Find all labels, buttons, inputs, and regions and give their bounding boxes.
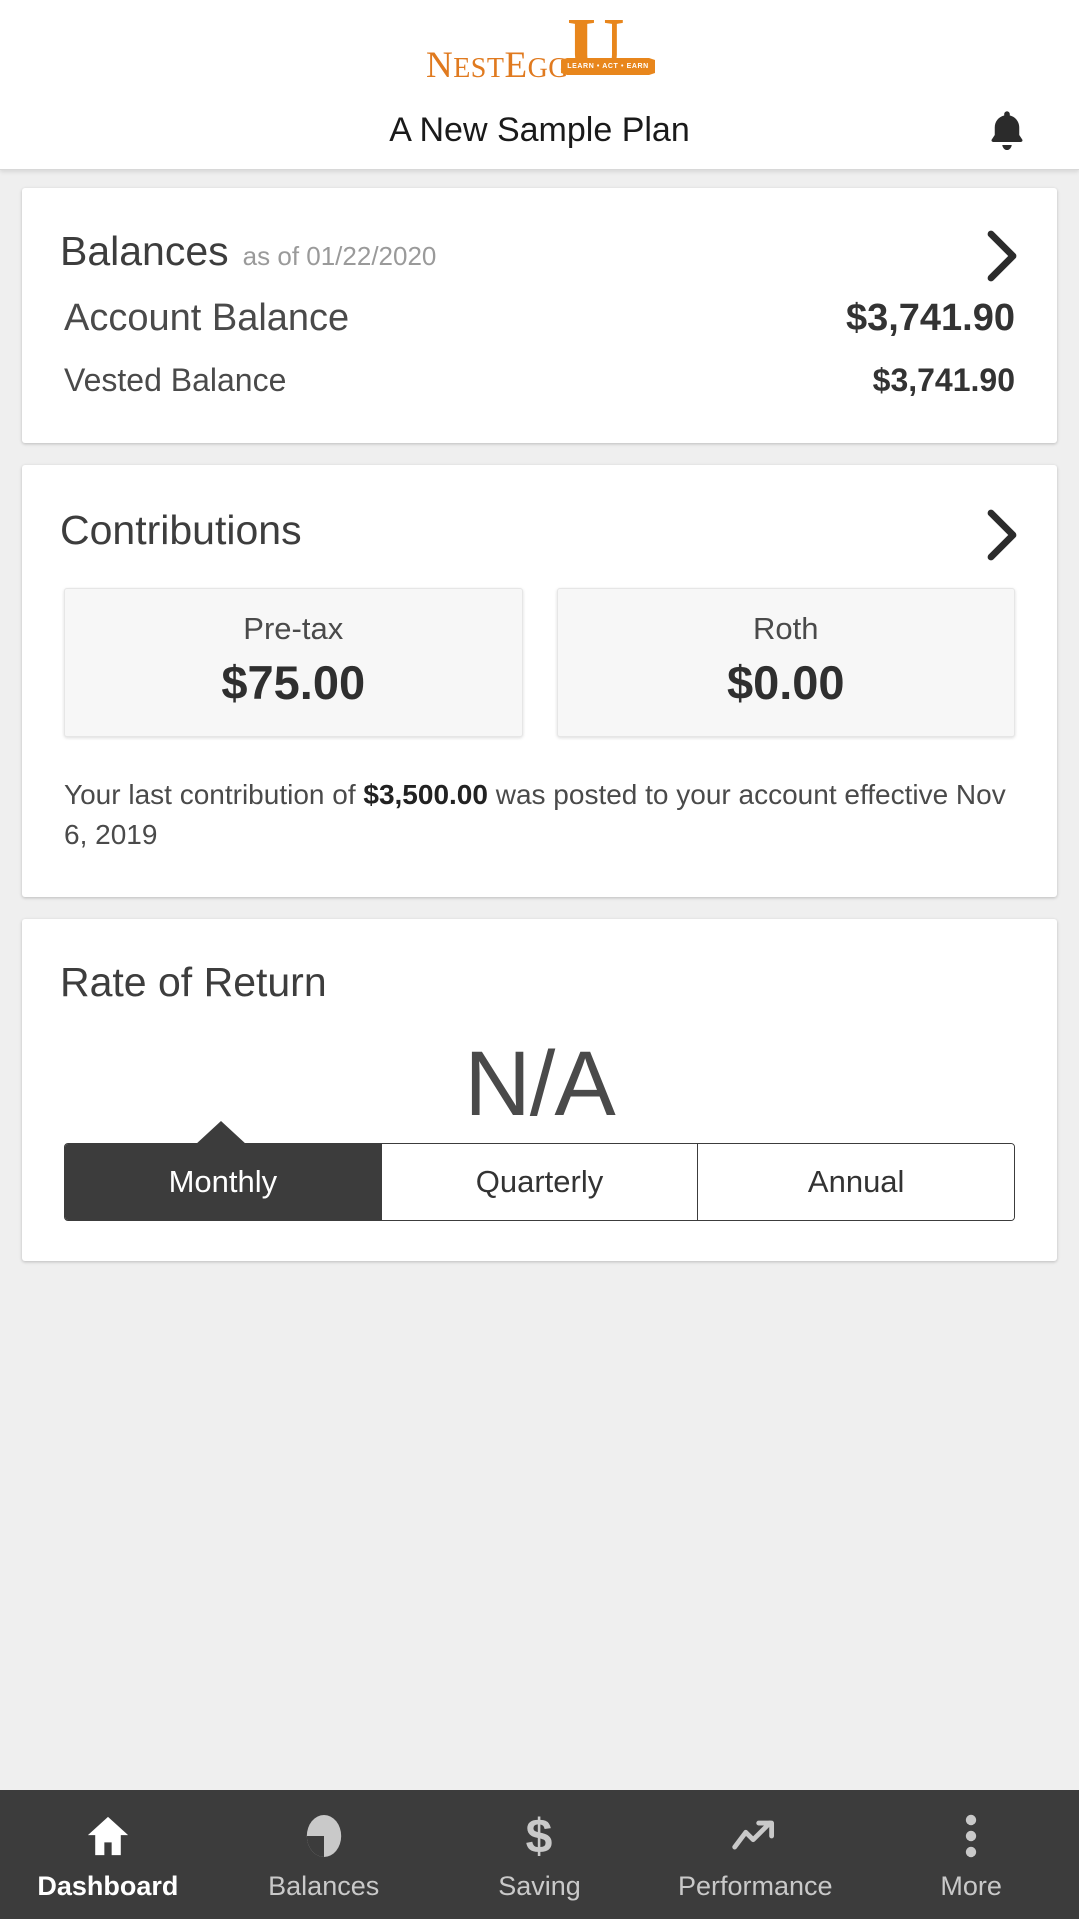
account-balance-label: Account Balance <box>64 297 350 339</box>
segment-annual[interactable]: Annual <box>697 1143 1014 1220</box>
nav-label-more: More <box>940 1871 1002 1901</box>
note-amount: $3,500.00 <box>363 779 488 810</box>
balances-card[interactable]: Balances as of 01/22/2020 Account Balanc… <box>22 188 1057 443</box>
nav-item-balances[interactable]: Balances <box>216 1790 432 1919</box>
svg-text:$: $ <box>526 1812 553 1860</box>
balances-card-header: Balances as of 01/22/2020 <box>22 188 1057 275</box>
notification-bell-icon <box>991 111 1023 151</box>
nav-item-more[interactable]: More <box>863 1790 1079 1919</box>
chevron-right-icon <box>987 509 1017 561</box>
balance-row-account: Account Balance $3,741.90 <box>64 297 1015 340</box>
more-vertical-icon <box>963 1813 979 1859</box>
segment-pointer-triangle-icon <box>195 1120 247 1145</box>
roth-value: $0.00 <box>726 656 845 709</box>
segment-quarterly[interactable]: Quarterly <box>380 1143 698 1220</box>
logo-wordmark: NESTEGG <box>425 45 570 86</box>
nav-label-saving: Saving <box>498 1871 581 1901</box>
contribution-tile-pretax[interactable]: Pre-tax $75.00 <box>64 588 523 737</box>
contributions-chevron-button[interactable] <box>985 509 1021 561</box>
pretax-value: $75.00 <box>221 656 366 709</box>
nav-item-performance[interactable]: Performance <box>647 1790 863 1919</box>
roth-label: Roth <box>753 611 819 646</box>
app-header: NESTEGG U LEARN • ACT • EARN A New Sampl… <box>0 0 1079 170</box>
home-icon <box>86 1813 130 1859</box>
contributions-card[interactable]: Contributions Pre-tax $75.00 Roth $0.00 … <box>22 465 1057 897</box>
rate-of-return-card: Rate of Return N/A Monthly Quarterly Ann… <box>22 918 1057 1261</box>
balances-subtitle: as of 01/22/2020 <box>242 241 437 271</box>
contributions-title: Contributions <box>60 507 302 553</box>
nestegg-logo: NESTEGG U LEARN • ACT • EARN <box>0 7 1079 90</box>
rate-of-return-header: Rate of Return <box>22 919 1057 1006</box>
page-title: A New Sample Plan <box>389 110 690 149</box>
balance-row-vested: Vested Balance $3,741.90 <box>64 362 1015 399</box>
rate-of-return-value: N/A <box>464 1032 615 1135</box>
notification-bell-button[interactable] <box>979 104 1035 160</box>
dollar-sign-icon: $ <box>519 1812 559 1860</box>
dashboard-content: Balances as of 01/22/2020 Account Balanc… <box>0 170 1079 1790</box>
nav-label-performance: Performance <box>678 1871 833 1901</box>
contribution-tiles: Pre-tax $75.00 Roth $0.00 <box>22 554 1057 737</box>
vested-balance-value: $3,741.90 <box>872 362 1015 398</box>
balances-title: Balances <box>60 228 229 274</box>
rate-of-return-title: Rate of Return <box>60 958 327 1005</box>
plan-title-row: A New Sample Plan <box>0 100 1079 160</box>
rate-period-segmented-control: Monthly Quarterly Annual <box>22 1120 1057 1261</box>
logo-banner-ribbon: LEARN • ACT • EARN <box>561 58 656 75</box>
nav-item-dashboard[interactable]: Dashboard <box>0 1790 216 1919</box>
contributions-card-header: Contributions <box>22 465 1057 554</box>
trend-up-icon <box>731 1813 779 1859</box>
pretax-label: Pre-tax <box>243 611 344 646</box>
pie-chart-icon <box>303 1813 345 1859</box>
bottom-navigation-bar: Dashboard Balances $ Saving Performance … <box>0 1790 1079 1919</box>
segment-monthly[interactable]: Monthly <box>65 1143 381 1220</box>
logo-u-mark: U LEARN • ACT • EARN <box>561 7 656 90</box>
segmented-control: Monthly Quarterly Annual <box>64 1142 1015 1221</box>
vested-balance-label: Vested Balance <box>64 362 287 398</box>
nav-item-saving[interactable]: $ Saving <box>432 1790 648 1919</box>
chevron-right-icon <box>987 230 1017 282</box>
last-contribution-note: Your last contribution of $3,500.00 was … <box>22 737 1057 897</box>
account-balance-value: $3,741.90 <box>845 297 1015 339</box>
nav-label-balances: Balances <box>268 1871 380 1901</box>
balances-rows: Account Balance $3,741.90 Vested Balance… <box>22 275 1057 443</box>
balances-chevron-button[interactable] <box>985 230 1021 282</box>
note-prefix: Your last contribution of <box>64 779 364 810</box>
contribution-tile-roth[interactable]: Roth $0.00 <box>556 588 1015 737</box>
nav-label-dashboard: Dashboard <box>37 1871 179 1901</box>
